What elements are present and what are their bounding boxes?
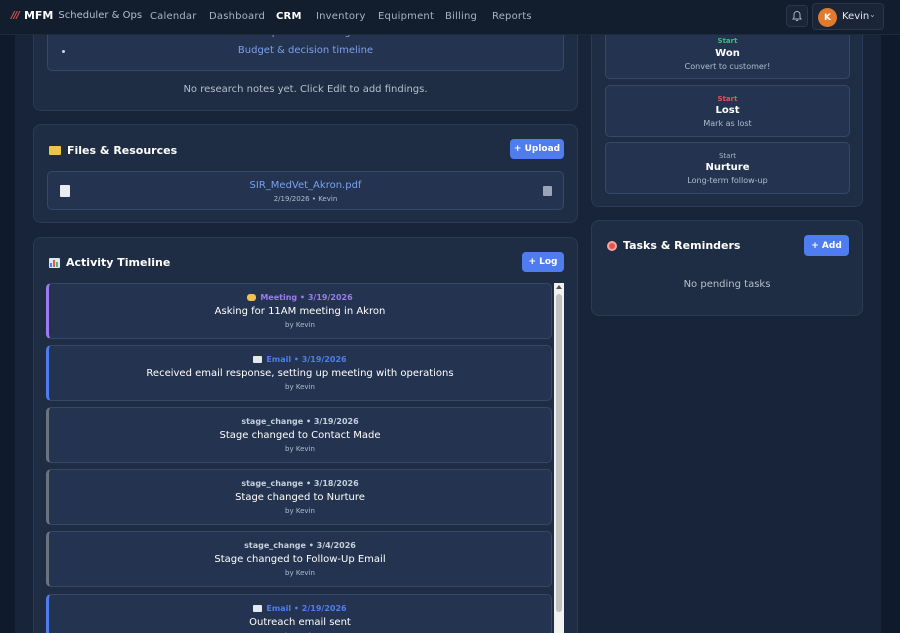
stage-won-desc: Convert to customer! xyxy=(684,62,771,71)
timeline-item-body: Stage changed to Nurture xyxy=(235,492,365,503)
nav-dashboard[interactable]: Dashboard xyxy=(209,11,265,22)
timeline-item-header: stage_change • 3/19/2026 xyxy=(49,417,551,426)
add-task-button[interactable]: + Add xyxy=(804,235,849,256)
timeline-item-header-text: stage_change • 3/4/2026 xyxy=(244,541,356,550)
timeline-item-header: stage_change • 3/4/2026 xyxy=(49,541,551,550)
stage-nurture-name: Nurture xyxy=(705,162,750,173)
file-name[interactable]: SIR_MedVet_Akron.pdf xyxy=(48,180,563,191)
files-card: Files & Resources + Upload SIR_MedVet_Ak… xyxy=(33,124,578,223)
timeline-title: Activity Timeline xyxy=(49,256,170,269)
stage-won-pre: Start xyxy=(717,37,738,45)
handshake-icon xyxy=(247,294,257,301)
timeline-item-header-text: stage_change • 3/18/2026 xyxy=(241,479,359,488)
stage-lost-button[interactable]: Start Lost Mark as lost xyxy=(605,85,850,137)
timeline-item-body: Asking for 11AM meeting in Akron xyxy=(214,306,386,317)
timeline-item-header: stage_change • 3/18/2026 xyxy=(49,479,551,488)
tasks-title: Tasks & Reminders xyxy=(607,239,740,252)
user-name: Kevin xyxy=(842,11,870,22)
stage-card: Start Won Convert to customer! Start Los… xyxy=(591,20,863,207)
nav-inventory[interactable]: Inventory xyxy=(316,11,366,22)
stage-nurture-desc: Long-term follow-up xyxy=(687,176,768,185)
nav-calendar[interactable]: Calendar xyxy=(150,11,197,22)
notifications-button[interactable] xyxy=(786,5,808,27)
nav-billing[interactable]: Billing xyxy=(445,11,477,22)
left-gutter xyxy=(0,35,15,633)
nav-crm[interactable]: CRM xyxy=(276,11,302,22)
log-button[interactable]: + Log xyxy=(522,252,564,272)
timeline-item[interactable]: Email • 2/19/2026Outreach email sentby K… xyxy=(46,594,552,633)
brand-name: MFM xyxy=(23,9,54,22)
timeline-list[interactable]: Meeting • 3/19/2026 Asking for 11AM meeti… xyxy=(46,283,564,633)
stage-nurture-pre: Start xyxy=(718,152,737,160)
timeline-item-header: Email • 2/19/2026 xyxy=(49,604,551,613)
right-gutter xyxy=(881,35,900,633)
trash-icon[interactable] xyxy=(543,186,552,196)
tasks-card: Tasks & Reminders + Add No pending tasks xyxy=(591,220,863,316)
timeline-item-header-text: Email • 3/19/2026 xyxy=(266,355,347,364)
nav-reports[interactable]: Reports xyxy=(492,11,532,22)
stage-lost-pre: Start xyxy=(717,95,738,103)
chart-icon xyxy=(49,257,60,268)
file-meta: 2/19/2026 • Kevin xyxy=(273,195,338,203)
envelope-icon xyxy=(253,356,263,363)
avatar: K xyxy=(818,8,837,27)
brand-subtitle: Scheduler & Ops xyxy=(58,10,143,21)
scroll-up-arrow-icon[interactable] xyxy=(556,285,562,289)
timeline-item[interactable]: Meeting • 3/19/2026 Asking for 11AM meeti… xyxy=(46,283,552,339)
stage-won-name: Won xyxy=(715,48,740,59)
top-navbar: /// MFM Scheduler & Ops Calendar Dashboa… xyxy=(0,0,900,35)
timeline-item[interactable]: stage_change • 3/19/2026 Stage changed to… xyxy=(46,407,552,463)
stage-nurture-button[interactable]: Start Nurture Long-term follow-up xyxy=(605,142,850,194)
timeline-item-author: by Kevin xyxy=(285,569,315,577)
user-menu[interactable]: K Kevin ⌄ xyxy=(812,3,884,30)
timeline-item-author: by Kevin xyxy=(285,321,315,329)
scroll-thumb[interactable] xyxy=(556,294,562,612)
timeline-item-body: Stage changed to Follow-Up Email xyxy=(214,554,386,565)
timeline-item-header-text: stage_change • 3/19/2026 xyxy=(241,417,359,426)
research-item-label[interactable]: Budget & decision timeline xyxy=(48,45,563,56)
file-row[interactable]: SIR_MedVet_Akron.pdf 2/19/2026 • Kevin xyxy=(47,171,564,210)
upload-button[interactable]: + Upload xyxy=(510,139,564,159)
timeline-scrollbar[interactable] xyxy=(554,283,564,633)
timeline-item-body: Outreach email sent xyxy=(249,617,351,628)
folder-icon xyxy=(49,146,61,155)
bell-icon xyxy=(792,10,802,22)
timeline-item[interactable]: stage_change • 3/4/2026 Stage changed to … xyxy=(46,531,552,587)
timeline-item-body: Stage changed to Contact Made xyxy=(219,430,381,441)
envelope-icon xyxy=(253,605,263,612)
files-title: Files & Resources xyxy=(49,144,177,157)
timeline-item-header-text: Email • 2/19/2026 xyxy=(266,604,347,613)
timeline-item[interactable]: stage_change • 3/18/2026 Stage changed to… xyxy=(46,469,552,525)
nav-equipment[interactable]: Equipment xyxy=(378,11,434,22)
stage-lost-name: Lost xyxy=(715,105,740,116)
timeline-item-header: Meeting • 3/19/2026 xyxy=(49,293,551,302)
timeline-item-header: Email • 3/19/2026 xyxy=(49,355,551,364)
chevron-down-icon: ⌄ xyxy=(869,10,876,19)
tasks-empty-text: No pending tasks xyxy=(683,279,771,290)
timeline-item-author: by Kevin xyxy=(285,445,315,453)
timeline-item-author: by Kevin xyxy=(285,383,315,391)
timeline-item-author: by Kevin xyxy=(285,507,315,515)
tasks-title-label: Tasks & Reminders xyxy=(623,239,741,252)
brand-slashes: /// xyxy=(11,10,20,21)
files-title-label: Files & Resources xyxy=(67,144,178,157)
research-item: Budget & decision timeline xyxy=(48,45,563,59)
timeline-item[interactable]: Email • 3/19/2026 Received email response… xyxy=(46,345,552,401)
timeline-item-body: Received email response, setting up meet… xyxy=(146,368,454,379)
research-empty-text: No research notes yet. Click Edit to add… xyxy=(183,84,428,95)
timeline-item-header-text: Meeting • 3/19/2026 xyxy=(260,293,353,302)
stage-lost-desc: Mark as lost xyxy=(703,119,752,128)
timeline-title-label: Activity Timeline xyxy=(66,256,171,269)
alarm-clock-icon xyxy=(607,240,617,251)
brand-logo[interactable]: /// MFM Scheduler & Ops xyxy=(11,9,142,22)
